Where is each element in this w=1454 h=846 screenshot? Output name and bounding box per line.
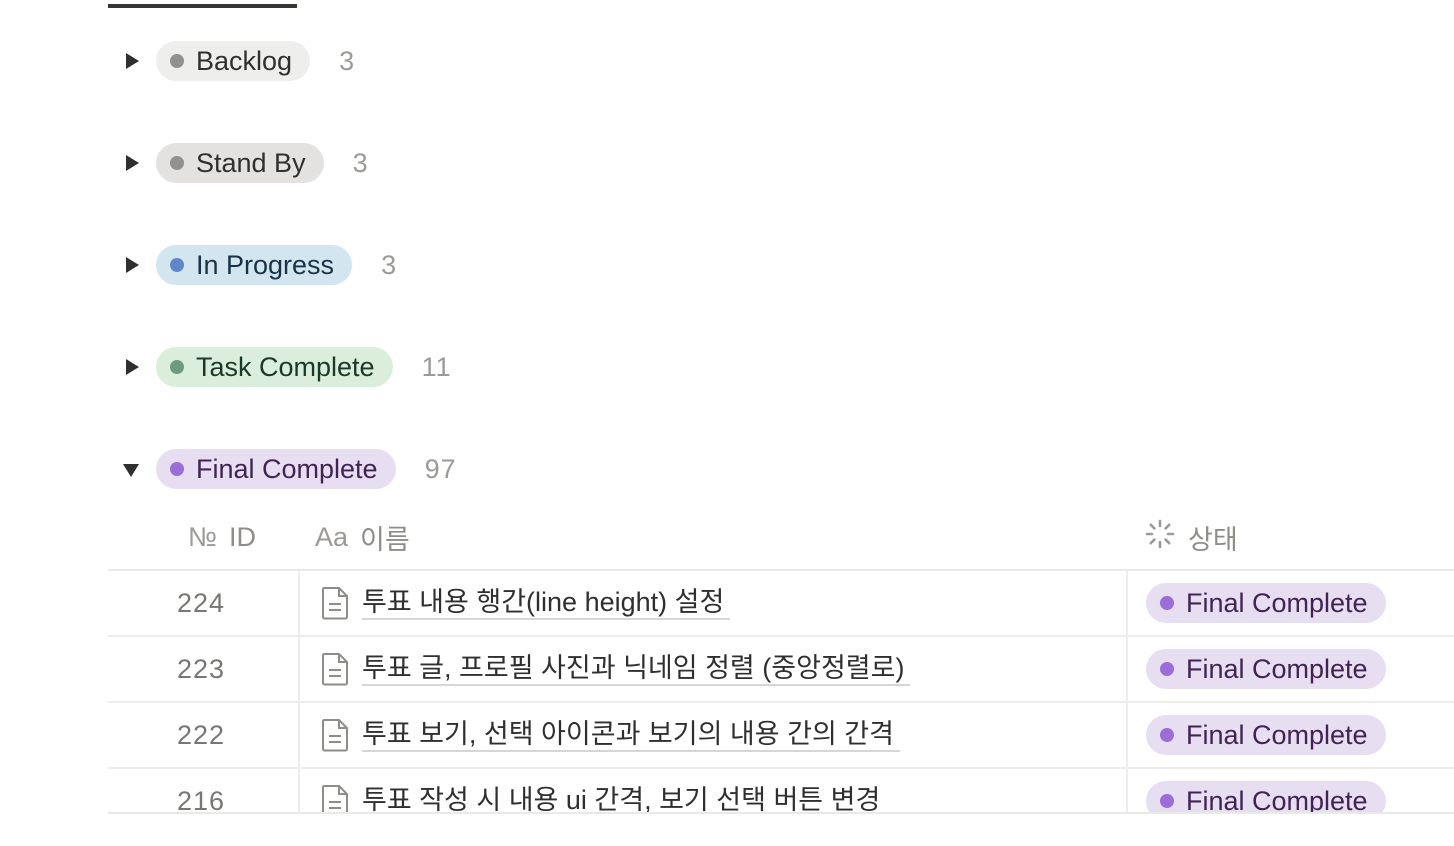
status-dot (1160, 662, 1174, 676)
column-header-name[interactable]: Aa 이름 (315, 505, 410, 569)
row-status-cell[interactable]: Final Complete (1130, 571, 1454, 635)
table-row[interactable]: 224 투표 내용 행간(line height) 설정 Final Compl… (108, 571, 1454, 637)
column-label: ID (228, 521, 256, 552)
toggle-collapsed-icon[interactable] (108, 359, 152, 375)
group-label: In Progress (196, 250, 335, 280)
status-dot (1160, 728, 1174, 742)
row-name-cell[interactable]: 투표 내용 행간(line height) 설정 (298, 571, 1128, 635)
row-id: 224 (176, 587, 225, 618)
group-tag-in-progress: In Progress (156, 245, 353, 285)
group-backlog[interactable]: Backlog 3 (108, 41, 355, 81)
status-dot (170, 462, 184, 476)
page-title-link[interactable]: 투표 작성 시 내용 ui 간격, 보기 선택 버튼 변경 (362, 784, 886, 814)
row-id: 222 (176, 719, 225, 750)
group-label: Backlog (196, 46, 293, 76)
status-dot (170, 54, 184, 68)
status-badge: Final Complete (1146, 715, 1386, 755)
group-in-progress[interactable]: In Progress 3 (108, 245, 397, 285)
group-count: 3 (352, 147, 369, 178)
status-dot (170, 156, 184, 170)
group-task-complete[interactable]: Task Complete 11 (108, 347, 452, 387)
final-complete-table: № ID Aa 이름 상태 224 투표 내용 행간(line height) … (108, 505, 1454, 814)
group-count: 11 (421, 351, 452, 382)
status-dot (170, 360, 184, 374)
active-view-tab-indicator (108, 4, 297, 8)
row-id: 216 (176, 785, 225, 815)
number-icon: № (188, 521, 217, 552)
group-tag-final-complete: Final Complete (156, 449, 396, 489)
status-label: Final Complete (1186, 719, 1368, 750)
status-label: Final Complete (1186, 653, 1368, 684)
row-name-cell[interactable]: 투표 작성 시 내용 ui 간격, 보기 선택 버튼 변경 (298, 769, 1128, 814)
group-count: 3 (381, 249, 398, 280)
page-icon (322, 719, 348, 752)
page-icon (322, 587, 348, 620)
status-badge: Final Complete (1146, 649, 1386, 689)
status-badge: Final Complete (1146, 781, 1386, 814)
table-row[interactable]: 222 투표 보기, 선택 아이콘과 보기의 내용 간의 간격 Final Co… (108, 703, 1454, 769)
group-stand-by[interactable]: Stand By 3 (108, 143, 369, 183)
column-header-id[interactable]: № ID (188, 505, 256, 569)
toggle-collapsed-icon[interactable] (108, 257, 152, 273)
row-status-cell[interactable]: Final Complete (1130, 637, 1454, 701)
group-tag-task-complete: Task Complete (156, 347, 393, 387)
status-dot (170, 258, 184, 272)
status-label: Final Complete (1186, 587, 1368, 618)
table-bottom-border (108, 812, 1454, 814)
status-dot (1160, 794, 1174, 808)
group-label: Final Complete (196, 454, 378, 484)
row-name-cell[interactable]: 투표 보기, 선택 아이콘과 보기의 내용 간의 간격 (298, 703, 1128, 767)
page-icon (322, 785, 348, 814)
toggle-collapsed-icon[interactable] (108, 155, 152, 171)
status-spinner-icon (1144, 518, 1176, 557)
row-id: 223 (176, 653, 225, 684)
group-count: 97 (424, 453, 457, 484)
row-status-cell[interactable]: Final Complete (1130, 703, 1454, 767)
column-label: 상태 (1188, 524, 1238, 555)
column-label: 이름 (360, 524, 410, 555)
group-tag-backlog: Backlog (156, 41, 311, 81)
board-view: Backlog 3 Stand By 3 In Progress 3 Task … (0, 0, 1454, 814)
page-title-link[interactable]: 투표 내용 행간(line height) 설정 (362, 586, 731, 620)
group-label: Task Complete (196, 352, 375, 382)
page-icon (322, 653, 348, 686)
table-header: № ID Aa 이름 상태 (108, 505, 1454, 571)
toggle-collapsed-icon[interactable] (108, 53, 152, 69)
text-type-icon: Aa (315, 521, 349, 552)
status-label: Final Complete (1186, 785, 1368, 815)
group-count: 3 (339, 45, 356, 76)
toggle-expanded-icon[interactable] (108, 462, 152, 477)
status-badge: Final Complete (1146, 583, 1386, 623)
group-label: Stand By (196, 148, 306, 178)
table-row[interactable]: 216 투표 작성 시 내용 ui 간격, 보기 선택 버튼 변경 Final … (108, 769, 1454, 814)
row-status-cell[interactable]: Final Complete (1130, 769, 1454, 814)
page-title-link[interactable]: 투표 보기, 선택 아이콘과 보기의 내용 간의 간격 (362, 718, 900, 752)
row-name-cell[interactable]: 투표 글, 프로필 사진과 닉네임 정렬 (중앙정렬로) (298, 637, 1128, 701)
group-tag-stand-by: Stand By (156, 143, 324, 183)
table-row[interactable]: 223 투표 글, 프로필 사진과 닉네임 정렬 (중앙정렬로) Final C… (108, 637, 1454, 703)
status-dot (1160, 596, 1174, 610)
column-header-status[interactable]: 상태 (1144, 505, 1238, 569)
group-final-complete[interactable]: Final Complete 97 (108, 449, 457, 489)
page-title-link[interactable]: 투표 글, 프로필 사진과 닉네임 정렬 (중앙정렬로) (362, 652, 911, 686)
